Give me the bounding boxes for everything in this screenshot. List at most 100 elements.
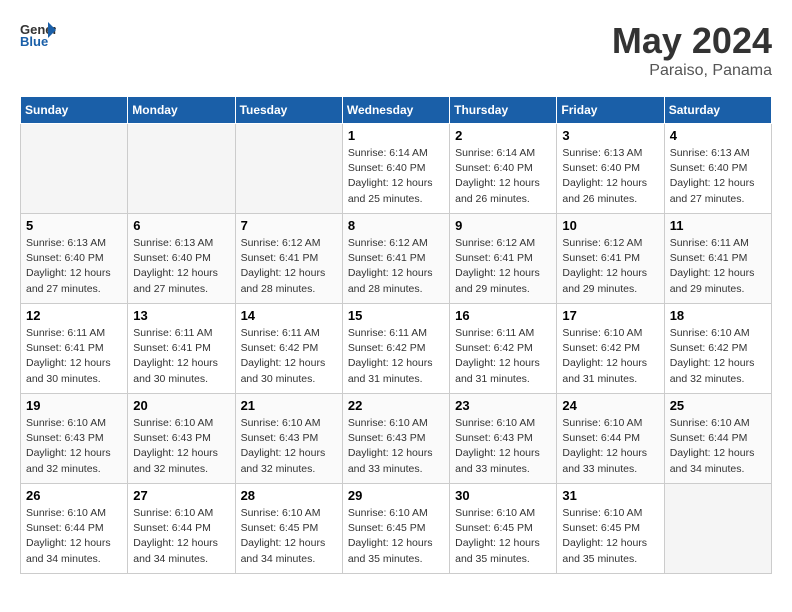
day-number: 5: [26, 218, 122, 233]
day-number: 18: [670, 308, 766, 323]
calendar-cell: 22 Sunrise: 6:10 AMSunset: 6:43 PMDayligh…: [342, 394, 449, 484]
calendar-cell: [235, 124, 342, 214]
day-info: Sunrise: 6:12 AMSunset: 6:41 PMDaylight:…: [241, 236, 337, 297]
day-info: Sunrise: 6:10 AMSunset: 6:45 PMDaylight:…: [562, 506, 658, 567]
day-number: 3: [562, 128, 658, 143]
column-header-thursday: Thursday: [450, 97, 557, 124]
day-number: 9: [455, 218, 551, 233]
calendar-cell: 25 Sunrise: 6:10 AMSunset: 6:44 PMDayligh…: [664, 394, 771, 484]
day-info: Sunrise: 6:14 AMSunset: 6:40 PMDaylight:…: [348, 146, 444, 207]
week-row-1: 1Sunrise: 6:14 AMSunset: 6:40 PMDaylight…: [21, 124, 772, 214]
calendar-cell: 27Sunrise: 6:10 AMSunset: 6:44 PMDayligh…: [128, 484, 235, 574]
day-number: 27: [133, 488, 229, 503]
day-info: Sunrise: 6:10 AMSunset: 6:44 PMDaylight:…: [670, 416, 766, 477]
calendar-cell: 2Sunrise: 6:14 AMSunset: 6:40 PMDaylight…: [450, 124, 557, 214]
day-number: 25: [670, 398, 766, 413]
week-row-4: 19 Sunrise: 6:10 AMSunset: 6:43 PMDayligh…: [21, 394, 772, 484]
calendar-cell: 8 Sunrise: 6:12 AMSunset: 6:41 PMDaylight…: [342, 214, 449, 304]
day-info: Sunrise: 6:13 AMSunset: 6:40 PMDaylight:…: [26, 236, 122, 297]
column-header-monday: Monday: [128, 97, 235, 124]
day-info: Sunrise: 6:12 AMSunset: 6:41 PMDaylight:…: [348, 236, 444, 297]
week-row-2: 5 Sunrise: 6:13 AMSunset: 6:40 PMDaylight…: [21, 214, 772, 304]
day-number: 31: [562, 488, 658, 503]
day-info: Sunrise: 6:11 AMSunset: 6:41 PMDaylight:…: [670, 236, 766, 297]
calendar-cell: 15 Sunrise: 6:11 AMSunset: 6:42 PMDayligh…: [342, 304, 449, 394]
day-number: 24: [562, 398, 658, 413]
day-info: Sunrise: 6:10 AMSunset: 6:44 PMDaylight:…: [26, 506, 122, 567]
calendar-table: SundayMondayTuesdayWednesdayThursdayFrid…: [20, 96, 772, 574]
day-number: 15: [348, 308, 444, 323]
calendar-cell: 18 Sunrise: 6:10 AMSunset: 6:42 PMDayligh…: [664, 304, 771, 394]
calendar-cell: 1Sunrise: 6:14 AMSunset: 6:40 PMDaylight…: [342, 124, 449, 214]
day-info: Sunrise: 6:10 AMSunset: 6:43 PMDaylight:…: [26, 416, 122, 477]
calendar-cell: 3 Sunrise: 6:13 AMSunset: 6:40 PMDaylight…: [557, 124, 664, 214]
calendar-cell: 28 Sunrise: 6:10 AMSunset: 6:45 PMDayligh…: [235, 484, 342, 574]
day-info: Sunrise: 6:10 AMSunset: 6:45 PMDaylight:…: [455, 506, 551, 567]
day-number: 20: [133, 398, 229, 413]
calendar-cell: 10 Sunrise: 6:12 AMSunset: 6:41 PMDayligh…: [557, 214, 664, 304]
day-info: Sunrise: 6:10 AMSunset: 6:45 PMDaylight:…: [241, 506, 337, 567]
day-number: 11: [670, 218, 766, 233]
week-row-3: 12 Sunrise: 6:11 AMSunset: 6:41 PMDayligh…: [21, 304, 772, 394]
calendar-cell: [21, 124, 128, 214]
day-info: Sunrise: 6:13 AMSunset: 6:40 PMDaylight:…: [670, 146, 766, 207]
day-number: 16: [455, 308, 551, 323]
day-number: 7: [241, 218, 337, 233]
day-info: Sunrise: 6:10 AMSunset: 6:43 PMDaylight:…: [455, 416, 551, 477]
day-info: Sunrise: 6:13 AMSunset: 6:40 PMDaylight:…: [562, 146, 658, 207]
day-number: 28: [241, 488, 337, 503]
calendar-cell: 7 Sunrise: 6:12 AMSunset: 6:41 PMDaylight…: [235, 214, 342, 304]
column-header-tuesday: Tuesday: [235, 97, 342, 124]
week-row-5: 26 Sunrise: 6:10 AMSunset: 6:44 PMDayligh…: [21, 484, 772, 574]
day-number: 30: [455, 488, 551, 503]
calendar-cell: 30 Sunrise: 6:10 AMSunset: 6:45 PMDayligh…: [450, 484, 557, 574]
day-number: 14: [241, 308, 337, 323]
column-header-friday: Friday: [557, 97, 664, 124]
day-number: 26: [26, 488, 122, 503]
calendar-cell: 24Sunrise: 6:10 AMSunset: 6:44 PMDayligh…: [557, 394, 664, 484]
day-info: Sunrise: 6:10 AMSunset: 6:42 PMDaylight:…: [670, 326, 766, 387]
calendar-cell: 26 Sunrise: 6:10 AMSunset: 6:44 PMDayligh…: [21, 484, 128, 574]
calendar-cell: 31 Sunrise: 6:10 AMSunset: 6:45 PMDayligh…: [557, 484, 664, 574]
day-info: Sunrise: 6:12 AMSunset: 6:41 PMDaylight:…: [455, 236, 551, 297]
day-info: Sunrise: 6:10 AMSunset: 6:42 PMDaylight:…: [562, 326, 658, 387]
calendar-cell: 9 Sunrise: 6:12 AMSunset: 6:41 PMDaylight…: [450, 214, 557, 304]
calendar-cell: [664, 484, 771, 574]
calendar-cell: 16 Sunrise: 6:11 AMSunset: 6:42 PMDayligh…: [450, 304, 557, 394]
calendar-cell: 12 Sunrise: 6:11 AMSunset: 6:41 PMDayligh…: [21, 304, 128, 394]
month-title: May 2024: [612, 20, 772, 62]
calendar-cell: 19 Sunrise: 6:10 AMSunset: 6:43 PMDayligh…: [21, 394, 128, 484]
day-info: Sunrise: 6:13 AMSunset: 6:40 PMDaylight:…: [133, 236, 229, 297]
day-info: Sunrise: 6:11 AMSunset: 6:41 PMDaylight:…: [133, 326, 229, 387]
calendar-cell: 29Sunrise: 6:10 AMSunset: 6:45 PMDayligh…: [342, 484, 449, 574]
column-header-saturday: Saturday: [664, 97, 771, 124]
day-number: 6: [133, 218, 229, 233]
day-info: Sunrise: 6:11 AMSunset: 6:41 PMDaylight:…: [26, 326, 122, 387]
day-info: Sunrise: 6:10 AMSunset: 6:43 PMDaylight:…: [348, 416, 444, 477]
day-number: 13: [133, 308, 229, 323]
calendar-cell: 6 Sunrise: 6:13 AMSunset: 6:40 PMDaylight…: [128, 214, 235, 304]
calendar-cell: 11 Sunrise: 6:11 AMSunset: 6:41 PMDayligh…: [664, 214, 771, 304]
day-info: Sunrise: 6:11 AMSunset: 6:42 PMDaylight:…: [241, 326, 337, 387]
day-number: 12: [26, 308, 122, 323]
calendar-header-row: SundayMondayTuesdayWednesdayThursdayFrid…: [21, 97, 772, 124]
calendar-cell: 4 Sunrise: 6:13 AMSunset: 6:40 PMDaylight…: [664, 124, 771, 214]
day-number: 10: [562, 218, 658, 233]
calendar-cell: 5 Sunrise: 6:13 AMSunset: 6:40 PMDaylight…: [21, 214, 128, 304]
day-number: 4: [670, 128, 766, 143]
day-info: Sunrise: 6:11 AMSunset: 6:42 PMDaylight:…: [348, 326, 444, 387]
day-number: 19: [26, 398, 122, 413]
title-block: May 2024 Paraiso, Panama: [612, 20, 772, 80]
day-info: Sunrise: 6:12 AMSunset: 6:41 PMDaylight:…: [562, 236, 658, 297]
calendar-cell: 23Sunrise: 6:10 AMSunset: 6:43 PMDayligh…: [450, 394, 557, 484]
column-header-sunday: Sunday: [21, 97, 128, 124]
location: Paraiso, Panama: [612, 62, 772, 80]
day-number: 8: [348, 218, 444, 233]
day-number: 22: [348, 398, 444, 413]
day-info: Sunrise: 6:10 AMSunset: 6:43 PMDaylight:…: [133, 416, 229, 477]
day-info: Sunrise: 6:10 AMSunset: 6:45 PMDaylight:…: [348, 506, 444, 567]
day-info: Sunrise: 6:11 AMSunset: 6:42 PMDaylight:…: [455, 326, 551, 387]
calendar-cell: 14 Sunrise: 6:11 AMSunset: 6:42 PMDayligh…: [235, 304, 342, 394]
svg-text:Blue: Blue: [20, 34, 48, 48]
logo: General Blue: [20, 20, 56, 48]
